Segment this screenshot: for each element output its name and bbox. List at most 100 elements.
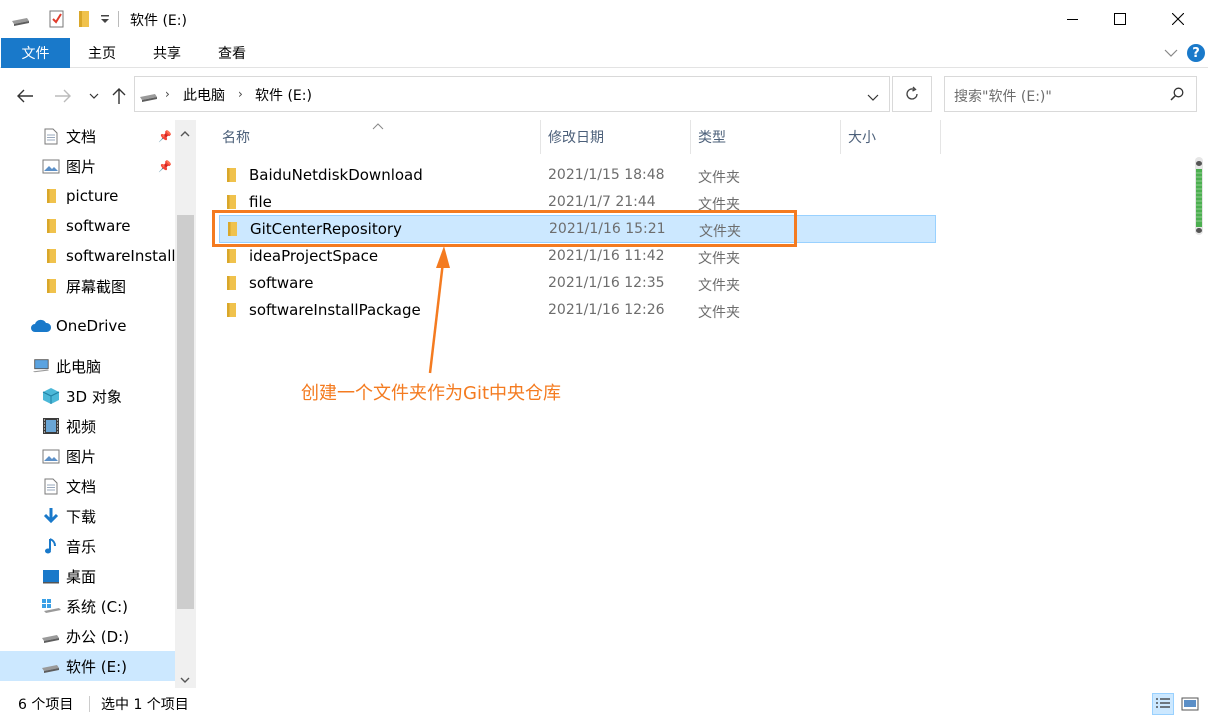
tab-home[interactable]: 主页 — [88, 38, 116, 68]
file-name: softwareInstallPackage — [249, 301, 421, 319]
nav-item-documents[interactable]: 文档 — [0, 471, 175, 501]
breadcrumb-separator-icon[interactable]: › — [165, 87, 170, 101]
navigation-pane: 文档 📌 图片 📌 picture software softwareInsta… — [0, 120, 196, 688]
column-divider[interactable] — [690, 120, 691, 154]
large-icons-view-button[interactable] — [1179, 693, 1201, 715]
nav-item-desktop[interactable]: 桌面 — [0, 561, 175, 591]
nav-item-picture[interactable]: picture — [0, 181, 175, 211]
nav-item-label: software — [66, 217, 131, 235]
scrollbar-thumb[interactable] — [177, 215, 194, 609]
new-folder-icon[interactable] — [76, 10, 92, 32]
navigation-scrollbar[interactable] — [175, 120, 196, 688]
nav-item-downloads[interactable]: 下载 — [0, 501, 175, 531]
nav-item-videos[interactable]: 视频 — [0, 411, 175, 441]
up-arrow-icon — [112, 88, 126, 104]
up-button[interactable] — [109, 84, 129, 108]
forward-button[interactable] — [52, 84, 74, 108]
this-pc-icon — [32, 357, 50, 375]
nav-item-documents-quick[interactable]: 文档 📌 — [0, 121, 175, 151]
properties-icon[interactable] — [49, 10, 65, 32]
column-header-type[interactable]: 类型 — [698, 120, 726, 154]
file-type: 文件夹 — [698, 170, 740, 186]
scroll-down-icon[interactable] — [180, 672, 190, 688]
status-bar: 6 个项目 选中 1 个项目 — [0, 688, 1208, 718]
back-button[interactable] — [14, 84, 36, 108]
scroll-up-icon[interactable] — [180, 126, 190, 142]
expand-ribbon-icon[interactable] — [1164, 46, 1178, 62]
nav-item-label: 下载 — [66, 507, 97, 526]
recent-locations-button[interactable] — [86, 84, 102, 108]
breadcrumb-current-drive[interactable]: 软件 (E:) — [255, 85, 312, 105]
minimize-icon — [1067, 19, 1078, 20]
nav-item-label: 此电脑 — [56, 357, 102, 376]
drive-icon — [40, 657, 62, 675]
search-icon[interactable] — [1170, 87, 1184, 105]
details-view-button[interactable] — [1152, 693, 1174, 715]
windows-drive-icon — [40, 597, 62, 615]
tab-file[interactable]: 文件 — [1, 38, 70, 68]
close-icon — [1172, 13, 1184, 25]
window-title: 软件 (E:) — [130, 13, 187, 29]
minimize-button[interactable] — [1050, 0, 1096, 38]
downloads-icon — [42, 507, 60, 525]
folder-icon — [42, 277, 60, 295]
nav-item-drive-d[interactable]: 办公 (D:) — [0, 621, 175, 651]
tab-view[interactable]: 查看 — [218, 38, 246, 68]
column-header-size[interactable]: 大小 — [848, 120, 876, 154]
folder-icon — [225, 275, 241, 291]
nav-item-label: 桌面 — [66, 567, 97, 586]
documents-icon — [42, 127, 60, 145]
ribbon-tabs: 文件 主页 共享 查看 — [0, 38, 1208, 68]
nav-item-onedrive[interactable]: OneDrive — [0, 311, 175, 341]
file-row[interactable]: BaiduNetdiskDownload 2021/1/15 18:48 文件夹 — [219, 162, 936, 189]
pin-icon: 📌 — [158, 129, 172, 143]
pictures-icon — [42, 157, 60, 175]
nav-item-music[interactable]: 音乐 — [0, 531, 175, 561]
column-divider[interactable] — [940, 120, 941, 154]
column-divider[interactable] — [540, 120, 541, 154]
nav-item-label: 文档 — [66, 127, 97, 146]
address-history-dropdown[interactable] — [867, 90, 879, 106]
file-row[interactable]: softwareInstallPackage 2021/1/16 12:26 文… — [219, 297, 936, 324]
nav-item-label: softwareInstallPackage — [66, 247, 175, 265]
file-type: 文件夹 — [698, 278, 740, 294]
search-box[interactable]: 搜索"软件 (E:)" — [944, 76, 1197, 112]
nav-item-label: 视频 — [66, 417, 97, 436]
column-divider[interactable] — [840, 120, 841, 154]
nav-item-pictures[interactable]: 图片 — [0, 441, 175, 471]
nav-item-this-pc[interactable]: 此电脑 — [0, 351, 175, 381]
nav-item-software[interactable]: software — [0, 211, 175, 241]
nav-item-label: 3D 对象 — [66, 387, 122, 406]
nav-item-label: picture — [66, 187, 119, 205]
column-header-date[interactable]: 修改日期 — [548, 120, 604, 154]
customize-quick-access-icon[interactable] — [100, 12, 110, 30]
tab-share[interactable]: 共享 — [153, 38, 181, 68]
file-row[interactable]: software 2021/1/16 12:35 文件夹 — [219, 270, 936, 297]
file-row[interactable]: ideaProjectSpace 2021/1/16 11:42 文件夹 — [219, 243, 936, 270]
address-bar[interactable]: › 此电脑 › 软件 (E:) — [134, 76, 890, 112]
breadcrumb-separator-icon[interactable]: › — [238, 87, 243, 101]
maximize-button[interactable] — [1097, 0, 1143, 38]
nav-item-pictures-quick[interactable]: 图片 📌 — [0, 151, 175, 181]
details-view-icon — [1156, 698, 1170, 708]
nav-item-screenshots[interactable]: 屏幕截图 — [0, 271, 175, 301]
help-button[interactable]: ? — [1187, 44, 1205, 62]
file-name: file — [249, 193, 272, 211]
large-icons-view-icon — [1181, 697, 1199, 711]
folder-icon — [225, 167, 241, 183]
column-header-name[interactable]: 名称 — [222, 120, 250, 154]
desktop-icon — [42, 567, 60, 585]
nav-item-drive-c[interactable]: 系统 (C:) — [0, 591, 175, 621]
refresh-button[interactable] — [892, 76, 932, 112]
drive-icon — [40, 627, 62, 645]
file-name: ideaProjectSpace — [249, 247, 379, 265]
3d-objects-icon — [42, 387, 60, 405]
breadcrumb-this-pc[interactable]: 此电脑 — [183, 85, 225, 105]
folder-icon — [42, 217, 60, 235]
close-button[interactable] — [1155, 0, 1201, 38]
file-name: software — [249, 274, 314, 292]
nav-item-3d-objects[interactable]: 3D 对象 — [0, 381, 175, 411]
file-type: 文件夹 — [698, 305, 740, 321]
nav-item-drive-e[interactable]: 软件 (E:) — [0, 651, 175, 681]
nav-item-software-install-package[interactable]: softwareInstallPackage — [0, 241, 175, 271]
